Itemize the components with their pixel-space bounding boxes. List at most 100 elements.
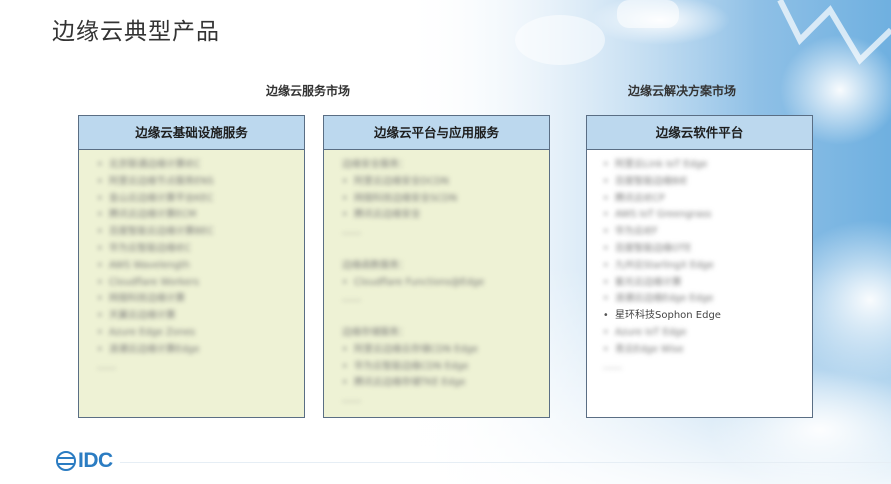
list-item: • Cloudflare Functions@Edge	[324, 275, 549, 292]
list-item: • Azure IoT Edge	[587, 325, 812, 342]
list-item-label: ……	[342, 226, 361, 238]
list-item: • 百度智能边缘BIE	[587, 174, 812, 191]
list-item-label: 金山云边缘计算平台KEC	[109, 192, 214, 204]
list-item-label: ……	[342, 293, 361, 305]
list-item-label: ……	[603, 360, 622, 372]
list-item-label: 腾讯云边缘安全	[354, 209, 421, 221]
bullet-icon: •	[97, 343, 103, 355]
list-item-label: 百度智能边缘BIE	[615, 175, 688, 187]
list-item-label: 天翼云边缘计算	[109, 310, 176, 322]
list-item: ……	[587, 359, 812, 376]
bullet-icon: •	[97, 276, 103, 288]
bullet-icon: •	[97, 293, 103, 305]
bullet-icon: •	[97, 209, 103, 221]
list-item: ……	[324, 392, 549, 409]
list-item: • 青云Edge Wise	[587, 342, 812, 359]
list-item-label: 浪潮云边缘计算Edge	[109, 343, 200, 355]
list-item-label: 阿里云边缘节点服务ENS	[109, 175, 214, 187]
list-item-label: 腾讯云边缘计算ECM	[109, 209, 197, 221]
list-item: 边缘存储服务：	[324, 325, 549, 342]
list-item-label: Cloudflare Functions@Edge	[354, 276, 485, 288]
list-item: ……	[324, 224, 549, 241]
list-item: • 阿里云边缘安全DCDN	[324, 174, 549, 191]
list-item: • 百度智能边缘OTE	[587, 241, 812, 258]
infrastructure-panel: 边缘云基础设施服务 • 北京联通边缘计算IEC • 阿里云边缘节点服务ENS • 金山云边…	[78, 115, 305, 418]
list-item-label: 阿里云Link IoT Edge	[615, 159, 708, 170]
list-item: • 浪潮云边缘Edge Edge	[587, 291, 812, 308]
bullet-icon: •	[603, 259, 609, 271]
list-item-label: 网宿科技边缘计算	[109, 293, 186, 305]
list-item: 边缘函数服务：	[324, 258, 549, 275]
list-item-label: Cloudflare Workers	[109, 276, 199, 288]
list-item-label: 华为云IEF	[615, 226, 658, 238]
list-item-label: Azure Edge Zones	[109, 326, 196, 338]
panel-header: 边缘云基础设施服务	[79, 116, 304, 150]
list-item: • 阿里云Link IoT Edge	[587, 157, 812, 174]
list-item: • 阿里云边缘节点服务ENS	[79, 174, 304, 191]
list-item-label: 阿里云边缘云存储CDN Edge	[354, 343, 478, 355]
software-platform-panel: 边缘云软件平台 • 阿里云Link IoT Edge • 百度智能边缘BIE • 腾讯云I…	[586, 115, 813, 418]
list-item-label: 边缘存储服务：	[342, 326, 409, 338]
list-item: • 网宿科技边缘安全SCDN	[324, 191, 549, 208]
list-item: • 腾讯云边缘计算ECM	[79, 207, 304, 224]
list-item: • 华为云智能边缘IEC	[79, 241, 304, 258]
list-item-label: 腾讯云IECP	[615, 192, 665, 204]
list-item: • 星环科技Sophon Edge	[587, 308, 812, 325]
list-item: • 网宿科技边缘计算	[79, 291, 304, 308]
list-item: • 紫光云边缘计算	[587, 275, 812, 292]
list-item: • 浪潮云边缘计算Edge	[79, 342, 304, 359]
solution-market-label: 边缘云解决方案市场	[628, 84, 737, 98]
list-item: • Cloudflare Workers	[79, 275, 304, 292]
bullet-icon: •	[603, 159, 609, 170]
bullet-icon: •	[342, 209, 348, 221]
list-item-label: 华为云智能边缘IEC	[109, 242, 191, 254]
list-item: • 腾讯云边缘存储TKE Edge	[324, 375, 549, 392]
panel-body: 边缘安全服务： • 阿里云边缘安全DCDN • 网宿科技边缘安全SCDN • 腾讯云边缘安全…	[324, 150, 549, 409]
bullet-icon: •	[342, 343, 348, 355]
list-item: • 金山云边缘计算平台KEC	[79, 191, 304, 208]
list-item: • 华为云IEF	[587, 224, 812, 241]
bullet-icon: •	[342, 175, 348, 187]
list-item-label: ……	[342, 394, 361, 406]
list-item-label: 网宿科技边缘安全SCDN	[354, 192, 458, 204]
list-item-label: 星环科技Sophon Edge	[615, 310, 721, 322]
list-item: • Azure Edge Zones	[79, 325, 304, 342]
list-item-label: 北京联通边缘计算IEC	[109, 159, 201, 170]
list-item: • 腾讯云IECP	[587, 191, 812, 208]
list-item-label: AWS Wavelength	[109, 259, 190, 271]
list-item-label: ……	[97, 360, 116, 372]
bullet-icon: •	[97, 259, 103, 271]
service-market-label: 边缘云服务市场	[266, 84, 351, 98]
list-item	[324, 241, 549, 258]
bullet-icon: •	[603, 209, 609, 221]
bullet-icon: •	[342, 360, 348, 372]
bullet-icon: •	[342, 377, 348, 389]
list-item: • 百度智能云边缘计算BEC	[79, 224, 304, 241]
list-item-label: 华为云智能边缘CDN Edge	[354, 360, 469, 372]
list-item-label: AWS IoT Greengrass	[615, 209, 712, 221]
bullet-icon: •	[603, 192, 609, 204]
list-item: • 阿里云边缘云存储CDN Edge	[324, 342, 549, 359]
panel-body: • 阿里云Link IoT Edge • 百度智能边缘BIE • 腾讯云IECP • AWS …	[587, 150, 812, 375]
bullet-icon: •	[97, 242, 103, 254]
list-item-label: 百度智能边缘OTE	[615, 242, 692, 254]
footer-divider	[120, 462, 891, 463]
idc-logo: IDC	[56, 449, 113, 473]
panel-header: 边缘云软件平台	[587, 116, 812, 150]
list-item: • AWS Wavelength	[79, 258, 304, 275]
list-item-label: 青云Edge Wise	[615, 343, 684, 355]
bullet-icon: •	[97, 159, 103, 170]
panel-header: 边缘云平台与应用服务	[324, 116, 549, 150]
bullet-icon: •	[603, 276, 609, 288]
bullet-icon: •	[97, 310, 103, 322]
list-item: ……	[324, 291, 549, 308]
list-item-label: 阿里云边缘安全DCDN	[354, 175, 449, 187]
bullet-icon: •	[342, 192, 348, 204]
bullet-icon: •	[603, 343, 609, 355]
bullet-icon: •	[97, 226, 103, 238]
list-item	[324, 308, 549, 325]
bullet-icon: •	[603, 326, 609, 338]
list-item: ……	[79, 359, 304, 376]
list-item-label: 紫光云边缘计算	[615, 276, 682, 288]
list-item-label: 边缘安全服务：	[342, 159, 409, 170]
